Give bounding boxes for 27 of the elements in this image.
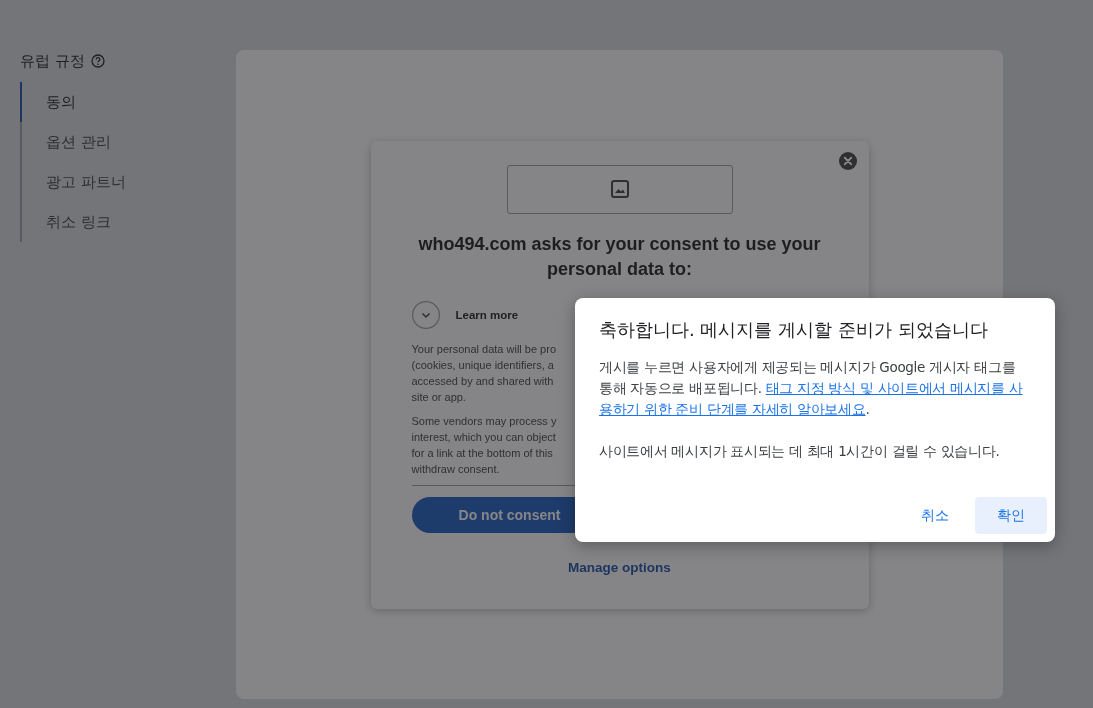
paragraph-line: accessed by and shared with <box>411 373 554 389</box>
manage-options-link[interactable]: Manage options <box>568 559 671 575</box>
learn-more-link[interactable]: 태그 지정 방식 및 사이트에서 메시지를 사 <box>765 380 1023 396</box>
dialog-message: 게시를 누르면 사용자에게 제공되는 메시지가 Google 게시자 태그를 통해 자동으로 배포됩니다. 태그 지정 방식 및 사이트에서 메시지를 사 용하기 위한 준비 단계를 자세히 알아보세요. <box>599 358 1024 419</box>
confirm-button[interactable]: 확인 <box>975 497 1047 534</box>
close-icon[interactable] <box>838 151 857 170</box>
paragraph-line: for a link at the bottom of this <box>411 445 553 461</box>
consent-heading: who494.com asks for your consent to use your personal data to: <box>417 232 822 281</box>
help-icon[interactable] <box>90 54 105 68</box>
paragraph-line: (cookies, unique identifiers, a <box>411 357 554 373</box>
learn-more-link[interactable]: Learn more <box>455 308 519 321</box>
sidebar-item[interactable]: 옵션 관리 <box>20 122 202 162</box>
sidebar-item[interactable]: 동의 <box>20 82 202 122</box>
dialog-title: 축하합니다. 메시지를 게시할 준비가 되었습니다 <box>599 318 989 342</box>
sidebar-item[interactable]: 취소 링크 <box>20 202 202 242</box>
expand-icon[interactable] <box>411 300 440 329</box>
paragraph-line: Some vendors may process y <box>411 413 557 429</box>
sidebar-title: 유럽 규정 <box>20 51 85 71</box>
cancel-button[interactable]: 취소 <box>903 497 967 534</box>
paragraph-line: Your personal data will be pro <box>411 341 557 357</box>
sidebar-item[interactable]: 광고 파트너 <box>20 162 202 202</box>
paragraph-line: interest, which you can object <box>411 429 556 445</box>
paragraph-line: withdraw consent. <box>411 461 500 477</box>
image-icon <box>610 180 629 198</box>
learn-more-link[interactable]: 용하기 위한 준비 단계를 자세히 알아보세요 <box>599 401 866 417</box>
paragraph-line: site or app. <box>411 389 466 405</box>
dialog-note: 사이트에서 메시지가 표시되는 데 최대 1시간이 걸릴 수 있습니다. <box>599 442 1001 461</box>
